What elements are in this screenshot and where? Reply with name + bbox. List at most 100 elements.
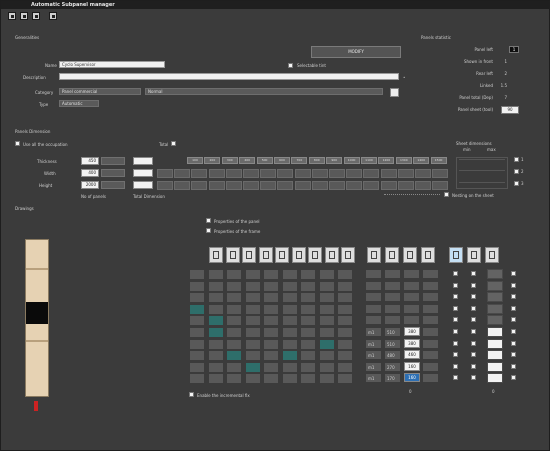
grid-cell[interactable]: [300, 280, 316, 292]
value-cell[interactable]: [422, 373, 439, 384]
dimension-cell[interactable]: [225, 169, 242, 178]
value-cell[interactable]: [365, 292, 382, 303]
panel-shape-icon[interactable]: [225, 247, 240, 263]
side-checkbox[interactable]: [511, 340, 516, 346]
value-cell[interactable]: [422, 303, 439, 314]
grid-cell[interactable]: [207, 338, 224, 350]
use-all-checkbox[interactable]: [15, 141, 20, 146]
side-checkbox[interactable]: [453, 363, 458, 369]
dimension-cell[interactable]: [174, 169, 191, 178]
total-checkbox[interactable]: [171, 141, 176, 146]
grid-cell[interactable]: [244, 361, 261, 373]
value-row-input[interactable]: 380: [404, 338, 420, 348]
grid-cell[interactable]: [244, 327, 261, 338]
grid-cell[interactable]: [281, 292, 298, 304]
side-slot[interactable]: [487, 292, 503, 303]
grid-cell[interactable]: [337, 292, 353, 304]
incremental-checkbox[interactable]: [189, 392, 194, 397]
value-cell[interactable]: [384, 292, 401, 303]
sheet-check-2[interactable]: [514, 169, 519, 174]
dimension-cell[interactable]: [397, 181, 414, 190]
grid-cell[interactable]: [244, 280, 261, 292]
side-checkbox[interactable]: [511, 282, 516, 288]
dimension-cell[interactable]: [432, 181, 449, 190]
dimension-header-cell[interactable]: 1100: [361, 157, 377, 164]
side-checkbox[interactable]: [511, 352, 516, 358]
grid-cell[interactable]: [318, 338, 335, 350]
dimension-header-cell[interactable]: 400: [239, 157, 256, 164]
dimension-cell[interactable]: [380, 181, 397, 190]
grid-cell[interactable]: [189, 338, 205, 350]
dimension-cell[interactable]: [329, 169, 345, 178]
height-input[interactable]: 2000: [81, 181, 99, 189]
cell[interactable]: [101, 157, 125, 165]
value-cell[interactable]: [384, 269, 401, 279]
dimension-cell[interactable]: [311, 181, 328, 190]
grid-cell[interactable]: [263, 361, 279, 373]
value-cell[interactable]: [422, 327, 439, 337]
value-row-input[interactable]: 160: [404, 373, 420, 383]
dim-input[interactable]: [133, 181, 153, 189]
dimension-cell[interactable]: [191, 169, 208, 178]
side-checkbox[interactable]: [471, 305, 476, 311]
grid-cell[interactable]: [318, 280, 335, 292]
copy-icon[interactable]: [20, 12, 28, 20]
grid-cell[interactable]: [226, 269, 242, 280]
grid-cell[interactable]: [226, 338, 242, 350]
dimension-header-cell[interactable]: 800: [308, 157, 325, 164]
category-select-2[interactable]: Normal: [145, 88, 383, 95]
value-cell[interactable]: [384, 280, 401, 291]
sheet-check-1[interactable]: [514, 157, 519, 162]
grid-cell[interactable]: [337, 350, 353, 362]
grid-cell[interactable]: [318, 350, 335, 362]
grid-cell[interactable]: [281, 350, 298, 362]
side-checkbox[interactable]: [453, 352, 458, 358]
align-depth-icon[interactable]: [403, 247, 417, 263]
dimension-cell[interactable]: [208, 181, 225, 190]
panel-shape-icon[interactable]: [308, 247, 322, 263]
grid-cell[interactable]: [263, 338, 279, 350]
dimension-cell[interactable]: [311, 169, 328, 178]
dimension-header-cell[interactable]: 1000: [343, 157, 360, 164]
view-icon-1[interactable]: [449, 247, 463, 263]
dimension-header-cell[interactable]: 700: [291, 157, 308, 164]
panel-shape-icon[interactable]: [275, 247, 289, 263]
dimension-cell[interactable]: [397, 169, 414, 178]
dimension-header-cell[interactable]: 1400: [413, 157, 430, 164]
type-select[interactable]: Automatic: [59, 100, 99, 107]
side-slot[interactable]: [487, 361, 503, 372]
dimension-cell[interactable]: [363, 181, 380, 190]
grid-cell[interactable]: [226, 350, 242, 362]
dimension-cell[interactable]: [157, 169, 173, 178]
opt1-checkbox[interactable]: [206, 218, 211, 223]
grid-cell[interactable]: [207, 303, 224, 315]
side-checkbox[interactable]: [453, 340, 458, 346]
value-row-input[interactable]: 460: [404, 350, 420, 360]
dimension-cell[interactable]: [415, 181, 431, 190]
dimension-cell[interactable]: [174, 181, 191, 190]
value-row-input[interactable]: 380: [404, 327, 420, 336]
print-icon[interactable]: [49, 12, 57, 20]
dim-input[interactable]: [133, 157, 153, 165]
grid-cell[interactable]: [263, 269, 279, 280]
grid-cell[interactable]: [207, 292, 224, 304]
dimension-header-cell[interactable]: 200: [204, 157, 221, 164]
value-cell[interactable]: [422, 361, 439, 372]
value-cell[interactable]: [384, 303, 401, 314]
grid-cell[interactable]: [244, 315, 261, 327]
dimension-cell[interactable]: [380, 169, 397, 178]
grid-cell[interactable]: [281, 338, 298, 350]
grid-cell[interactable]: [189, 327, 205, 338]
panel-shape-icon[interactable]: [209, 247, 223, 263]
grid-cell[interactable]: [244, 292, 261, 304]
grid-cell[interactable]: [189, 361, 205, 373]
grid-cell[interactable]: [226, 373, 242, 385]
grid-cell[interactable]: [300, 315, 316, 327]
value-cell[interactable]: [422, 269, 439, 279]
grid-cell[interactable]: [244, 269, 261, 280]
dimension-header-cell[interactable]: 100: [187, 157, 203, 164]
view-icon-3[interactable]: [485, 247, 499, 263]
grid-cell[interactable]: [337, 361, 353, 373]
grid-cell[interactable]: [244, 338, 261, 350]
side-checkbox[interactable]: [511, 317, 516, 323]
